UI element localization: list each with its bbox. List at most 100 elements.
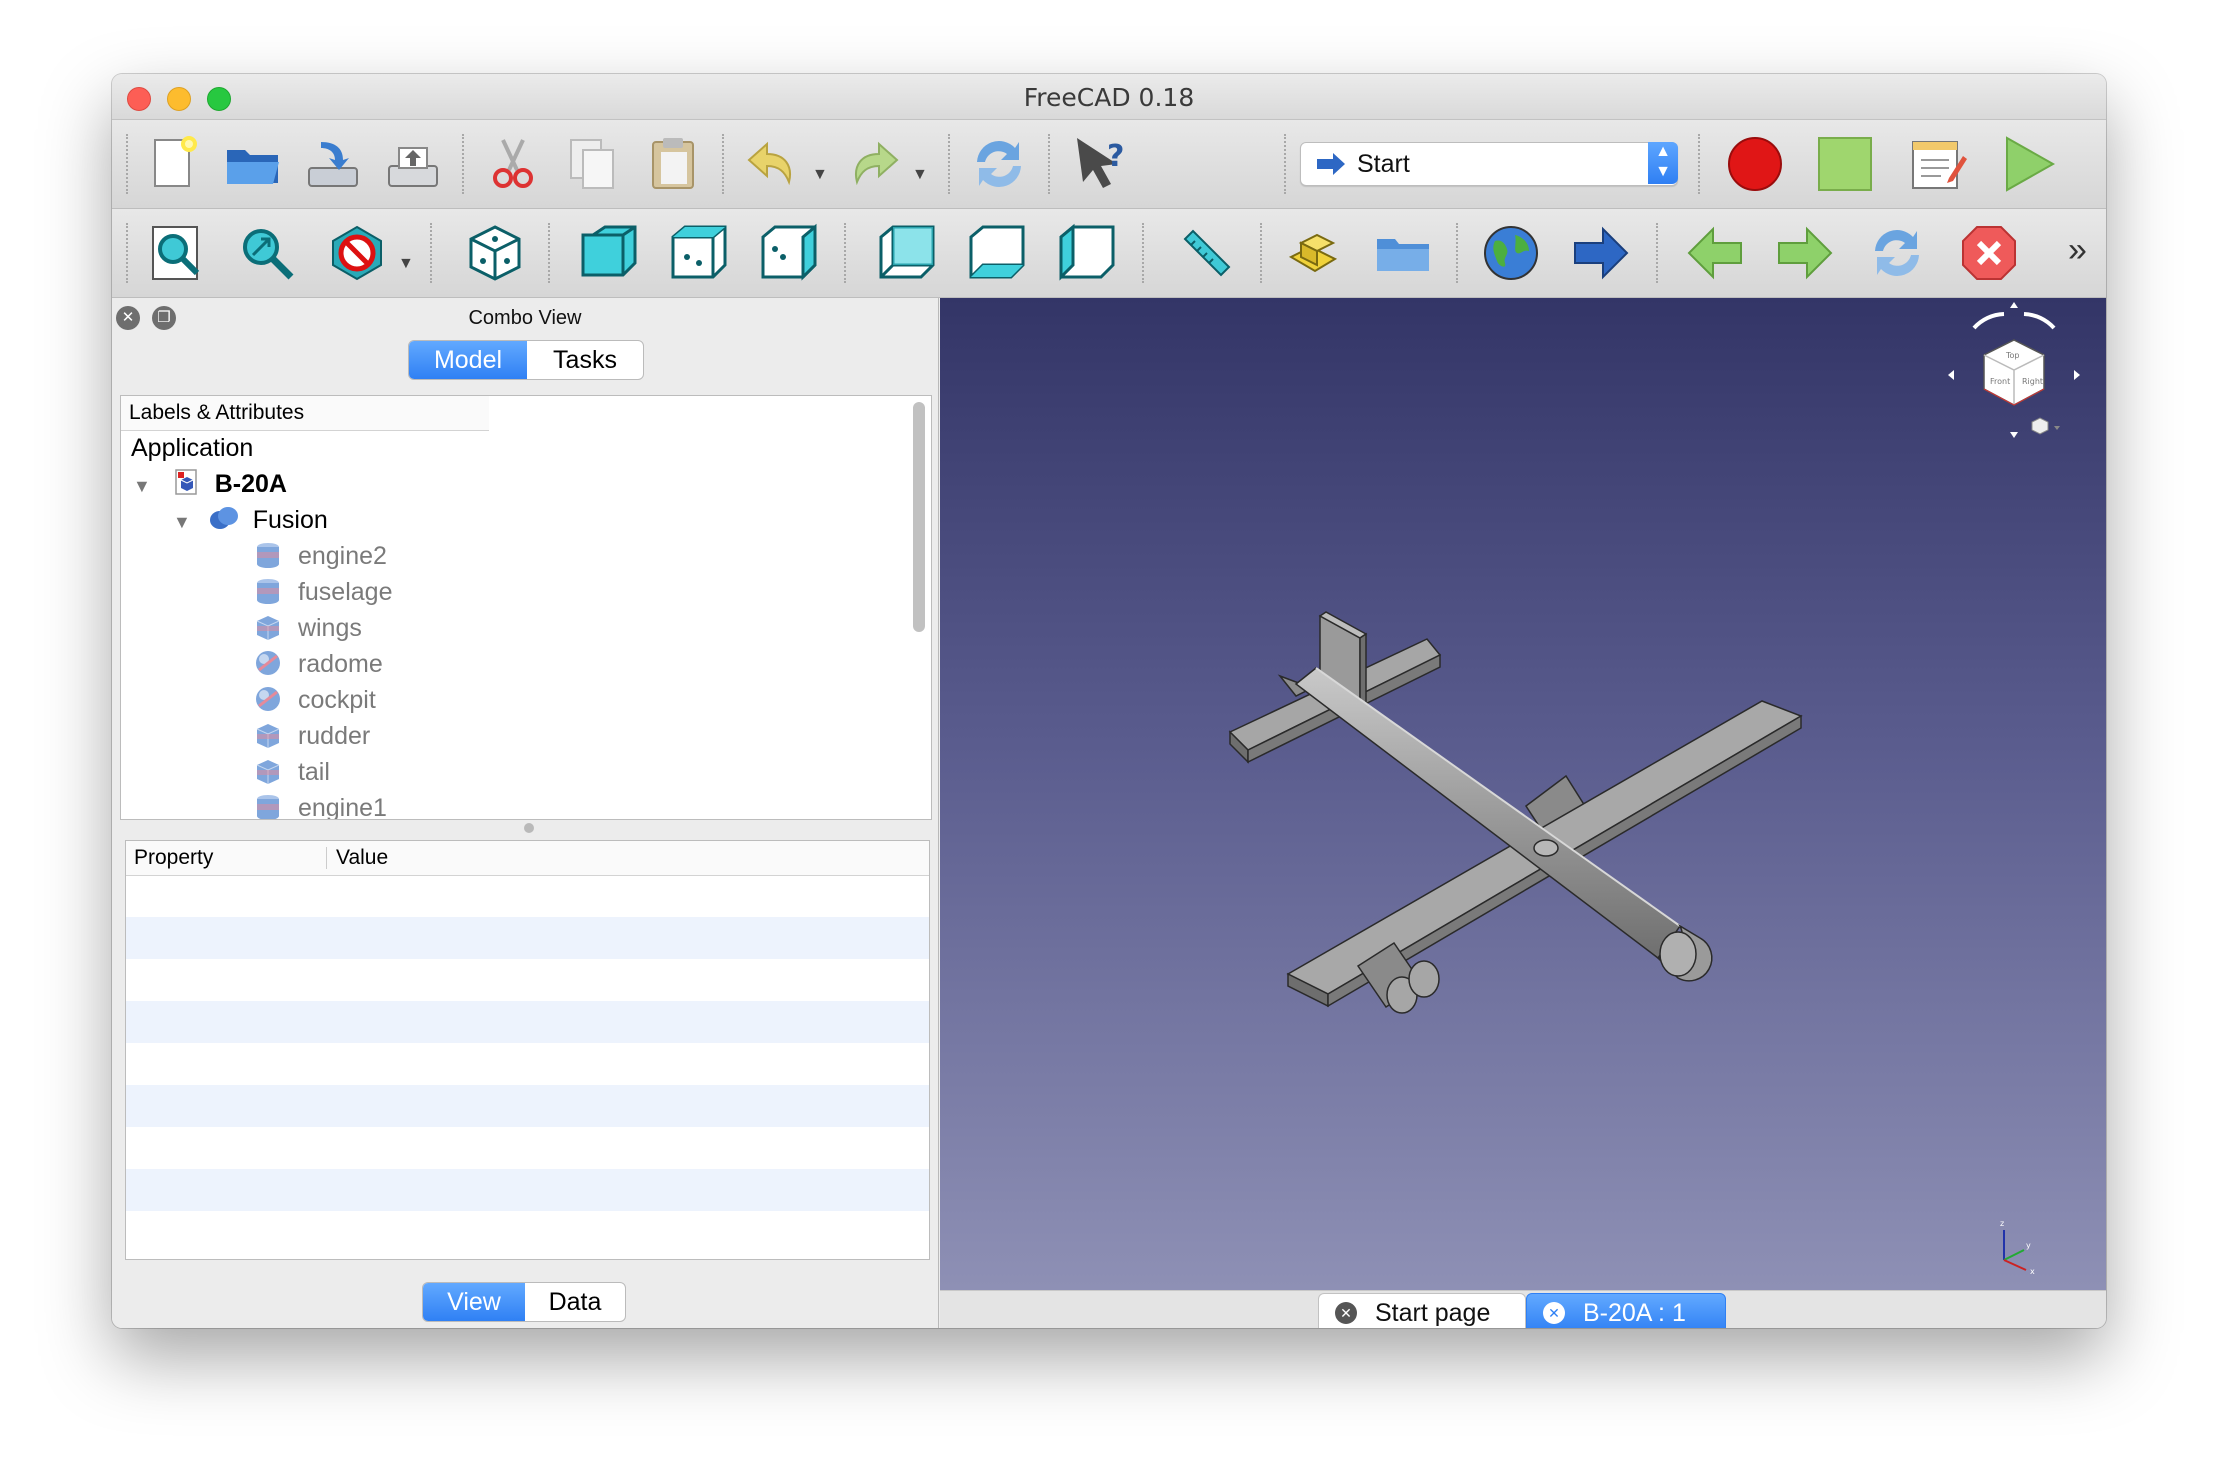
nav-back-icon[interactable] [1680, 218, 1750, 288]
title-bar: FreeCAD 0.18 [112, 74, 2106, 120]
start-arrow-icon [1317, 153, 1345, 175]
child-label: rudder [297, 722, 371, 750]
group-folder-icon[interactable] [1368, 218, 1438, 288]
sphere-icon [256, 687, 280, 711]
isometric-view-icon[interactable] [460, 218, 530, 288]
svg-text:y: y [2026, 1241, 2031, 1250]
left-view-icon[interactable] [1052, 218, 1122, 288]
stop-macro-icon[interactable] [1810, 129, 1880, 199]
property-row [126, 917, 929, 959]
undo-dropdown-icon[interactable]: ▼ [812, 166, 828, 184]
tab-label: Start page [1375, 1299, 1491, 1327]
tree-child-radome[interactable]: radome [253, 646, 383, 682]
top-view-icon[interactable] [664, 218, 734, 288]
fit-selection-icon[interactable] [232, 218, 302, 288]
fit-all-icon[interactable] [142, 218, 212, 288]
nav-stop-icon[interactable] [1954, 218, 2024, 288]
close-tab-icon[interactable]: ✕ [1335, 1302, 1357, 1324]
value-column-header[interactable]: Value [336, 841, 388, 875]
fusion-icon [209, 507, 238, 529]
tab-b20a[interactable]: ✕ B-20A : 1 [1526, 1293, 1726, 1328]
new-document-icon[interactable] [138, 129, 208, 199]
arrow-right-icon[interactable] [1566, 218, 1636, 288]
tree-child-cockpit[interactable]: cockpit [253, 682, 376, 718]
tab-model[interactable]: Model [409, 341, 527, 379]
navigation-cube-icon[interactable]: Top Front Right [1944, 300, 2084, 450]
open-folder-icon[interactable] [218, 129, 288, 199]
property-column-header[interactable]: Property [134, 841, 213, 875]
print-icon[interactable] [378, 129, 448, 199]
rear-view-icon[interactable] [872, 218, 942, 288]
expand-triangle-icon[interactable]: ▼ [173, 512, 191, 532]
child-label: cockpit [297, 686, 376, 714]
tree-root-application[interactable]: Application [131, 430, 253, 466]
front-view-icon[interactable] [574, 218, 644, 288]
panel-splitter-handle[interactable] [524, 823, 534, 833]
redo-icon[interactable] [838, 129, 908, 199]
property-row [126, 1127, 929, 1169]
property-row [126, 1169, 929, 1211]
web-globe-icon[interactable] [1476, 218, 1546, 288]
cylinder-icon [257, 795, 279, 819]
bottom-view-icon[interactable] [962, 218, 1032, 288]
part-icon[interactable] [1278, 218, 1348, 288]
expand-triangle-icon[interactable]: ▼ [133, 476, 151, 496]
close-tab-icon[interactable]: ✕ [1543, 1302, 1565, 1324]
sphere-icon [256, 651, 280, 675]
tree-child-engine1[interactable]: engine1 [253, 790, 387, 820]
refresh-icon[interactable] [964, 129, 1034, 199]
tab-start-page[interactable]: ✕ Start page [1318, 1293, 1526, 1328]
document-label: B-20A [214, 470, 287, 498]
document-tab-bar: ✕ Start page ✕ B-20A : 1 [940, 1290, 2106, 1328]
3d-viewport[interactable]: Top Front Right z y x [940, 298, 2106, 1290]
undo-icon[interactable] [738, 129, 808, 199]
tab-data[interactable]: Data [525, 1283, 625, 1321]
save-icon[interactable] [298, 129, 368, 199]
redo-dropdown-icon[interactable]: ▼ [912, 166, 928, 184]
box-icon [256, 760, 280, 784]
tree-item-document[interactable]: ▼ B-20A [133, 466, 287, 502]
box-icon [256, 724, 280, 748]
property-tab-bar: View Data [422, 1282, 626, 1322]
child-label: tail [297, 758, 330, 786]
main-toolbar: ▼ ▼ ? Start ▲ ▼ [112, 120, 2106, 209]
aircraft-model[interactable] [940, 298, 2106, 1290]
cylinder-icon [257, 543, 279, 568]
tree-item-fusion[interactable]: ▼ Fusion [173, 502, 328, 538]
edit-macro-icon[interactable] [1902, 129, 1972, 199]
record-macro-icon[interactable] [1720, 129, 1790, 199]
view-toolbar: ▼ » [112, 209, 2106, 298]
nav-refresh-icon[interactable] [1862, 218, 1932, 288]
right-view-icon[interactable] [754, 218, 824, 288]
property-editor: Property Value [125, 840, 930, 1260]
tree-child-rudder[interactable]: rudder [253, 718, 370, 754]
child-label: radome [297, 650, 383, 678]
window-title: FreeCAD 0.18 [1023, 83, 1195, 112]
document-icon [175, 469, 197, 495]
workbench-selector[interactable]: Start ▲ ▼ [1300, 142, 1678, 186]
draw-style-dropdown-icon[interactable]: ▼ [398, 255, 414, 273]
chevron-updown-icon: ▲ ▼ [1648, 142, 1678, 184]
measure-distance-icon[interactable] [1170, 218, 1240, 288]
draw-style-icon[interactable] [322, 218, 392, 288]
whats-this-icon[interactable]: ? [1064, 129, 1134, 199]
svg-text:Right: Right [2022, 377, 2043, 386]
copy-icon[interactable] [558, 129, 628, 199]
tree-child-wings[interactable]: wings [253, 610, 362, 646]
tab-tasks[interactable]: Tasks [527, 341, 643, 379]
paste-icon[interactable] [638, 129, 708, 199]
run-macro-icon[interactable] [1994, 129, 2064, 199]
tree-child-fuselage[interactable]: fuselage [253, 574, 392, 610]
toolbar-overflow-button[interactable]: » [2068, 231, 2087, 270]
tree-scrollbar[interactable] [913, 402, 925, 632]
tab-view[interactable]: View [423, 1283, 525, 1321]
nav-forward-icon[interactable] [1770, 218, 1840, 288]
tree-column-header[interactable]: Labels & Attributes [121, 396, 489, 431]
child-label: engine1 [297, 794, 387, 820]
property-row [126, 1211, 929, 1253]
tree-child-engine2[interactable]: engine2 [253, 538, 387, 574]
cut-icon[interactable] [478, 129, 548, 199]
tree-child-tail[interactable]: tail [253, 754, 330, 790]
property-row [126, 1001, 929, 1043]
child-label: fuselage [297, 578, 393, 606]
